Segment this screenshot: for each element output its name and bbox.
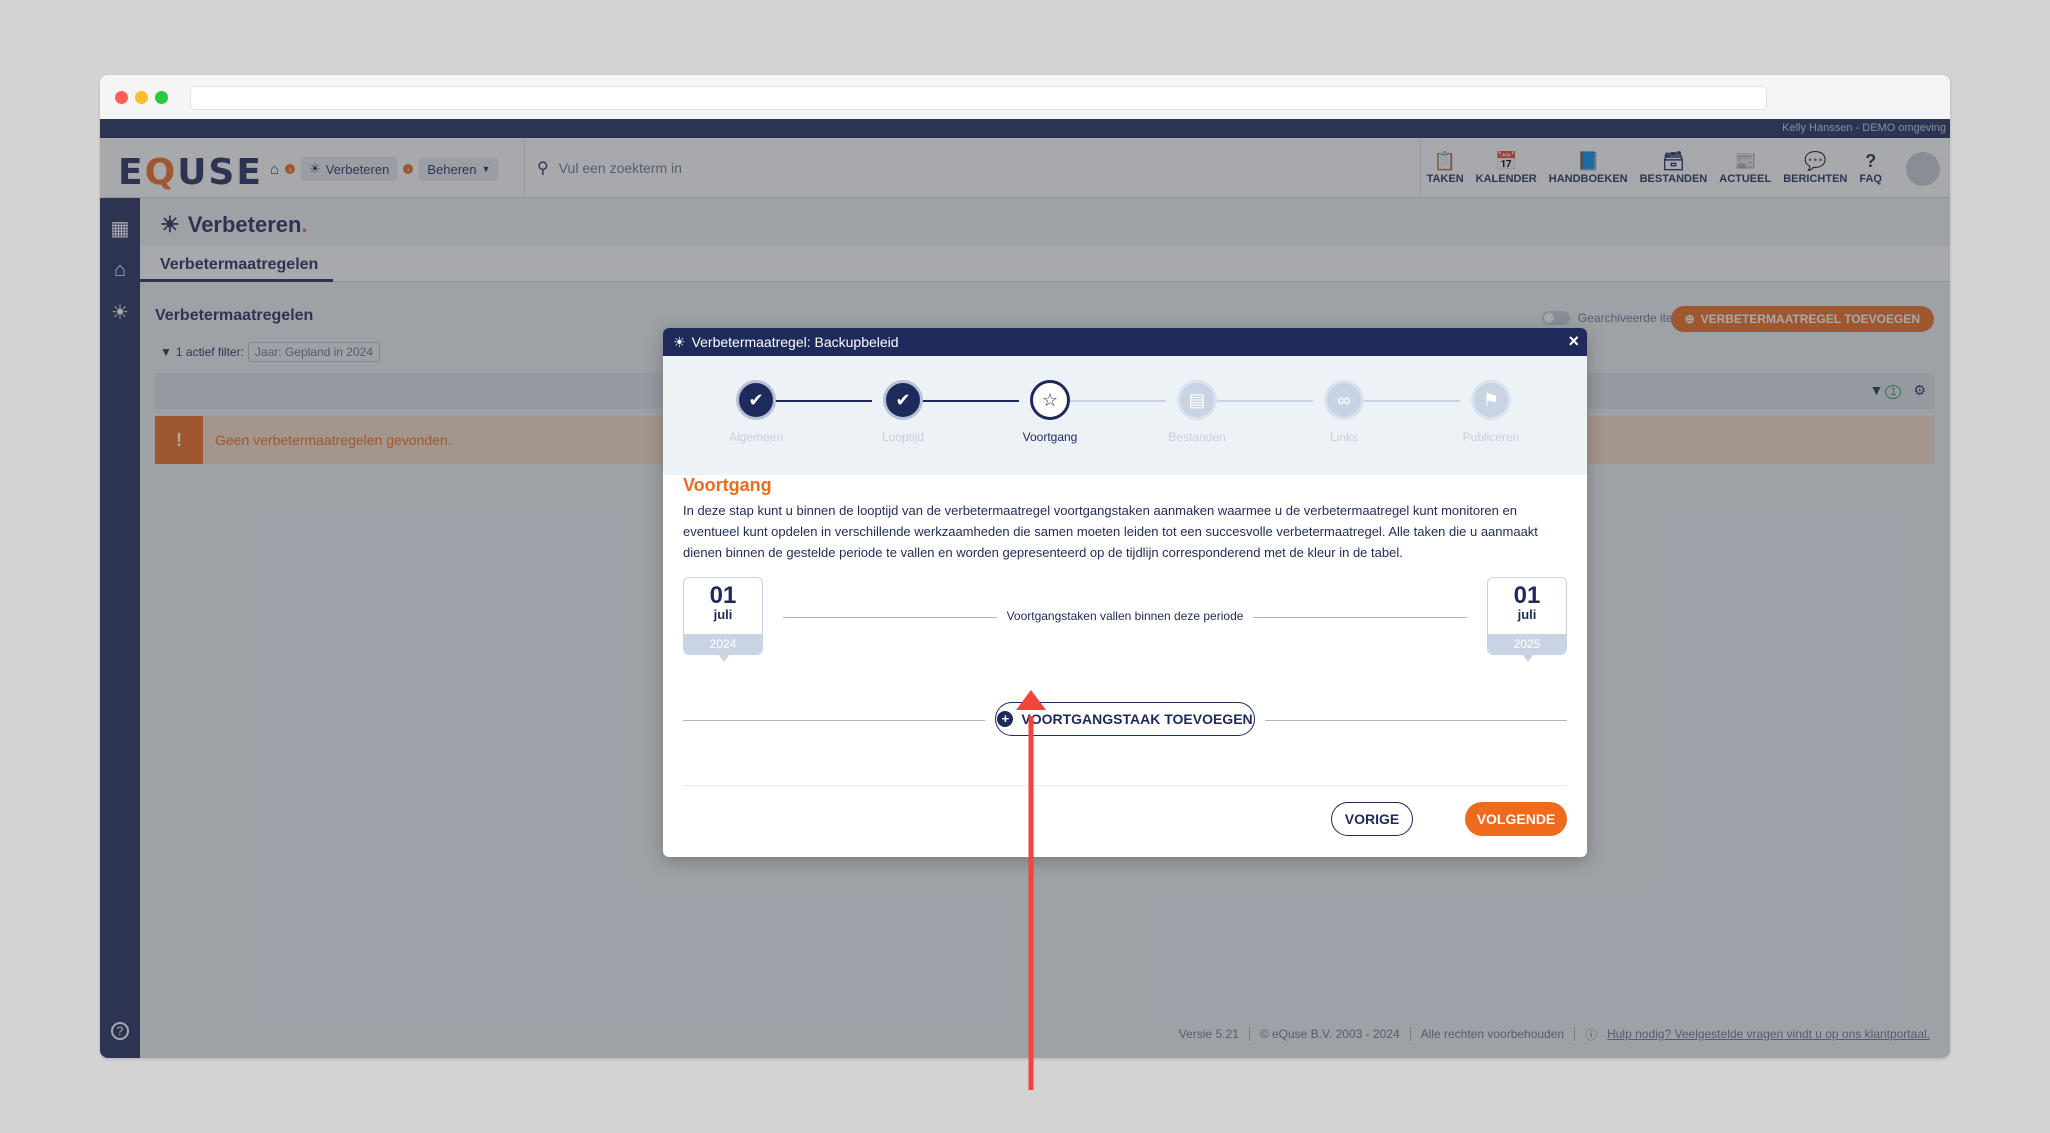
step-voortgang[interactable]: ☆ Voortgang bbox=[990, 380, 1110, 444]
period-text: Voortgangstaken vallen binnen deze perio… bbox=[996, 609, 1254, 623]
check-icon: ✔ bbox=[883, 380, 923, 420]
maximize-window-button[interactable] bbox=[155, 91, 168, 104]
lightbulb-icon: ☀ bbox=[673, 333, 686, 350]
step-links[interactable]: ∞ Links bbox=[1284, 380, 1404, 444]
modal-title: Verbetermaatregel: Backupbeleid bbox=[691, 334, 899, 350]
close-window-button[interactable] bbox=[115, 91, 128, 104]
modal-body: Voortgang In deze stap kunt u binnen de … bbox=[683, 475, 1567, 736]
start-year: 2024 bbox=[684, 634, 762, 654]
step-label: Bestanden bbox=[1168, 430, 1226, 444]
browser-chrome bbox=[100, 75, 1950, 119]
address-bar[interactable] bbox=[190, 86, 1767, 110]
browser-window: Kelly Hanssen - DEMO omgeving EQUSE ⌂ › … bbox=[100, 75, 1950, 1058]
add-voortgangstaak-button[interactable]: + VOORTGANGSTAAK TOEVOEGEN bbox=[995, 702, 1255, 736]
end-year: 2025 bbox=[1488, 634, 1566, 654]
period-text-wrap: Voortgangstaken vallen binnen deze perio… bbox=[683, 609, 1567, 623]
link-icon: ∞ bbox=[1324, 380, 1364, 420]
flag-icon: ⚑ bbox=[1471, 380, 1511, 420]
step-heading: Voortgang bbox=[683, 475, 772, 495]
step-bestanden[interactable]: ▤ Bestanden bbox=[1137, 380, 1257, 444]
start-day: 01 bbox=[709, 582, 737, 609]
step-looptijd[interactable]: ✔ Looptijd bbox=[843, 380, 963, 444]
step-label: Voortgang bbox=[1022, 430, 1078, 444]
add-task-row: + VOORTGANGSTAAK TOEVOEGEN bbox=[683, 702, 1567, 738]
next-button[interactable]: VOLGENDE bbox=[1465, 802, 1567, 836]
step-publiceren[interactable]: ⚑ Publiceren bbox=[1431, 380, 1551, 444]
step-algemeen[interactable]: ✔ Algemeen bbox=[696, 380, 816, 444]
end-month: juli bbox=[1517, 607, 1537, 622]
minimize-window-button[interactable] bbox=[135, 91, 148, 104]
star-icon: ☆ bbox=[1030, 380, 1070, 420]
step-description: In deze stap kunt u binnen de looptijd v… bbox=[683, 503, 1538, 560]
end-day: 01 bbox=[1513, 582, 1541, 609]
check-icon: ✔ bbox=[736, 380, 776, 420]
wizard-stepper: ✔ Algemeen ✔ Looptijd ☆ Voortgang ▤ Best… bbox=[663, 356, 1587, 475]
date-pointer bbox=[718, 654, 730, 662]
step-label: Links bbox=[1329, 430, 1358, 444]
step-label: Publiceren bbox=[1462, 430, 1520, 444]
step-label: Algemeen bbox=[728, 430, 784, 444]
date-pointer bbox=[1522, 654, 1534, 662]
end-date: 01 juli 2025 bbox=[1487, 577, 1567, 662]
period-timeline: 01 juli 2024 Voortgangstaken vallen binn… bbox=[683, 577, 1567, 662]
add-task-label: VOORTGANGSTAAK TOEVOEGEN bbox=[1021, 711, 1253, 727]
step-label: Looptijd bbox=[881, 430, 925, 444]
plus-circle-icon: + bbox=[997, 711, 1014, 727]
task-line-left bbox=[683, 720, 985, 721]
file-icon: ▤ bbox=[1177, 380, 1217, 420]
modal-dialog: ☀ Verbetermaatregel: Backupbeleid × ✔ Al… bbox=[663, 328, 1587, 857]
close-icon[interactable]: × bbox=[1568, 331, 1579, 352]
previous-button[interactable]: VORIGE bbox=[1331, 802, 1413, 836]
task-line-right bbox=[1265, 720, 1567, 721]
footer-divider bbox=[683, 785, 1567, 786]
modal-header: ☀ Verbetermaatregel: Backupbeleid × bbox=[663, 328, 1587, 356]
